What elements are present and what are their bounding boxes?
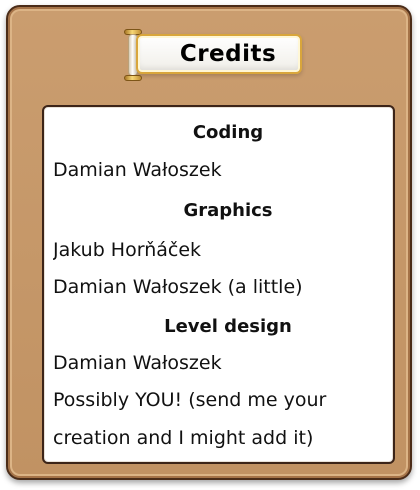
level-design-credit-0: Damian Wałoszek bbox=[53, 352, 222, 374]
title-plaque: Credits bbox=[124, 29, 306, 81]
graphics-credit-0: Jakub Horňáček bbox=[53, 239, 202, 261]
coding-heading: Coding bbox=[192, 122, 264, 143]
scroll-rod-bottom-cap bbox=[124, 75, 142, 81]
page-title: Credits bbox=[179, 41, 277, 67]
graphics-heading: Graphics bbox=[183, 200, 273, 221]
level-design-credit-1: Possibly YOU! (send me your bbox=[53, 389, 327, 411]
level-design-heading: Level design bbox=[164, 316, 292, 337]
graphics-credit-1: Damian Wałoszek (a little) bbox=[53, 276, 303, 298]
level-design-credit-2: creation and I might add it) bbox=[53, 427, 314, 449]
title-banner: Credits bbox=[136, 34, 302, 74]
coding-credit-0: Damian Wałoszek bbox=[53, 159, 222, 181]
credits-board: Credits Coding Damian Wałoszek Graphics … bbox=[6, 5, 412, 480]
credits-panel: Coding Damian Wałoszek Graphics Jakub Ho… bbox=[42, 105, 395, 464]
